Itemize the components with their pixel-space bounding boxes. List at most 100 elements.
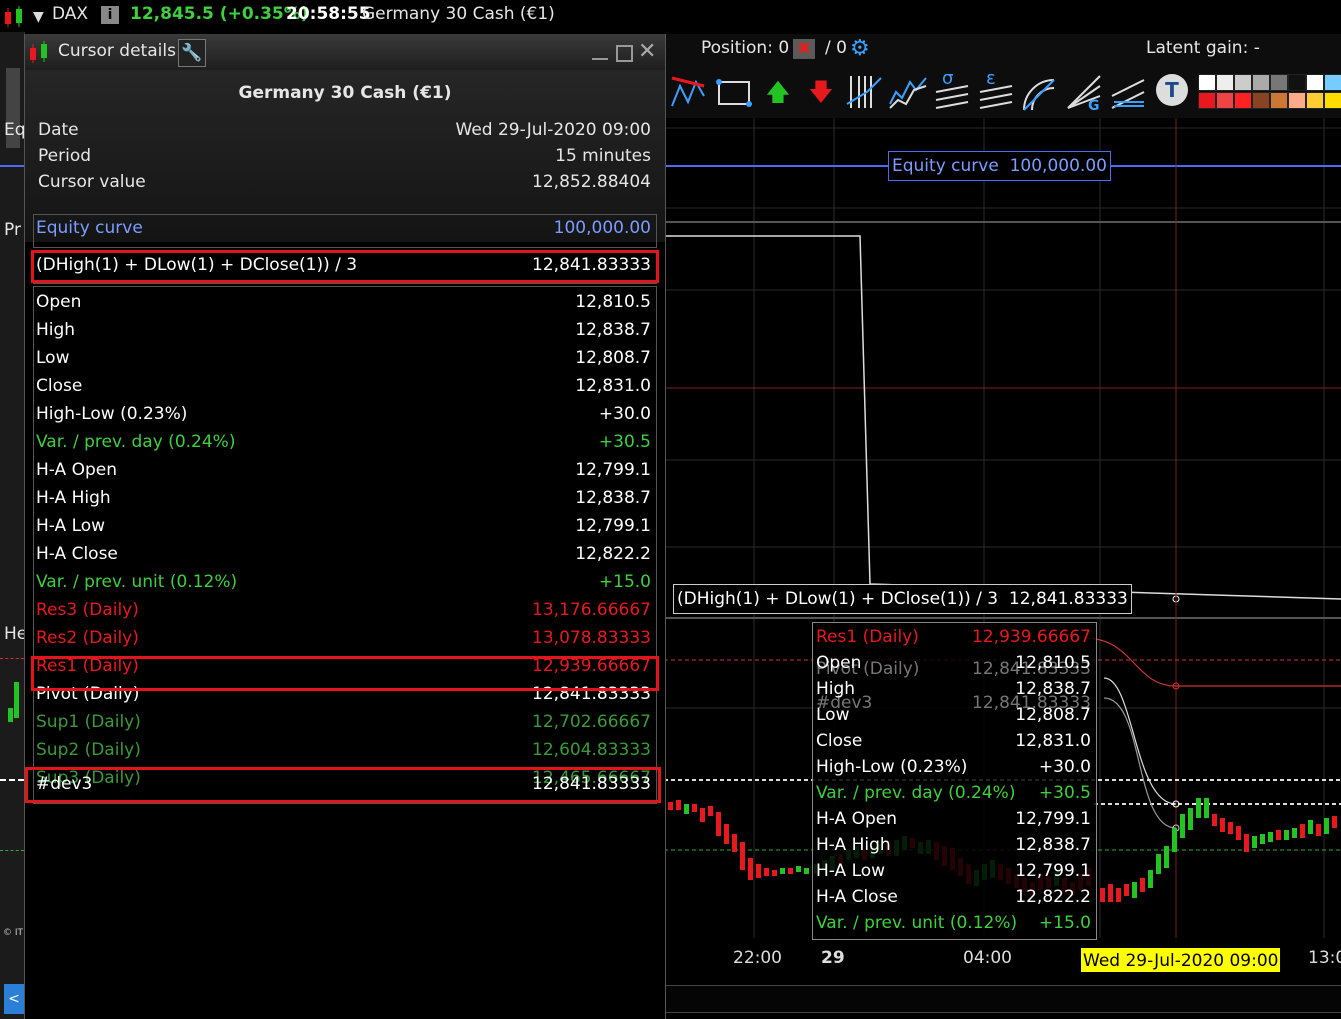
detail-row-label: Res2 (Daily): [36, 628, 139, 648]
tooltip-row: Res1 (Daily) 12,939.66667: [816, 627, 1091, 653]
tooltip-row: High-Low (0.23%) +30.0: [816, 757, 1091, 783]
detail-row: Close 12,831.0: [36, 376, 651, 402]
fibonacci-icon[interactable]: [845, 72, 885, 112]
sell-arrow-icon[interactable]: 🡇: [803, 72, 839, 112]
detail-row: High 12,838.7: [36, 320, 651, 346]
share-icon[interactable]: <: [4, 984, 24, 1014]
tooltip-row-value: 12,939.66667: [972, 627, 1091, 647]
tooltip-row-value: 12,799.1: [1015, 809, 1091, 829]
tooltip-row-label: High-Low (0.23%): [816, 757, 968, 777]
detail-row-value: 12,831.0: [575, 376, 651, 396]
svg-text:ε: ε: [986, 68, 996, 89]
cursor-details-panel: Cursor details 🔧 ✕ Germany 30 Cash (€1) …: [24, 34, 666, 1019]
detail-row: Open 12,810.5: [36, 292, 651, 318]
header-row: Period 15 minutes: [38, 146, 651, 172]
detail-row: Res2 (Daily) 13,078.83333: [36, 628, 651, 654]
detail-row-value: +30.5: [598, 432, 651, 452]
buy-arrow-icon[interactable]: 🡅: [760, 72, 796, 112]
chevron-down-icon[interactable]: ▼: [33, 9, 44, 25]
detail-row-label: High: [36, 320, 76, 340]
tooltip-row: H-A Open 12,799.1: [816, 809, 1091, 835]
tooltip-row-label: Var. / prev. unit (0.12%): [816, 913, 1018, 933]
fan-icon[interactable]: G: [1064, 72, 1104, 114]
equity-tag-value: 100,000.00: [1009, 156, 1107, 176]
tooltip-row-label: H-A Open: [816, 809, 897, 829]
detail-row-value: 12,808.7: [575, 348, 651, 368]
info-icon[interactable]: i: [101, 6, 119, 24]
tooltip-row: Var. / prev. day (0.24%) +30.5: [816, 783, 1091, 809]
tooltip-row-label: H-A Close: [816, 887, 898, 907]
trendline-icon[interactable]: [670, 72, 708, 112]
cursor-date-label: Wed 29-Jul-2020 09:00: [1081, 948, 1281, 972]
detail-row: Sup2 (Daily) 12,604.83333: [36, 740, 651, 766]
settings-gear-icon[interactable]: ⚙: [850, 36, 870, 61]
detail-row: Low 12,808.7: [36, 348, 651, 374]
epsilon-icon[interactable]: ε: [976, 68, 1016, 112]
tooltip-row-label: Res1 (Daily): [816, 627, 919, 647]
header-row: Date Wed 29-Jul-2020 09:00: [38, 120, 651, 146]
detail-row-value: 12,702.66667: [532, 712, 651, 732]
candlestick-icon: [27, 40, 53, 64]
detail-row: Sup1 (Daily) 12,702.66667: [36, 712, 651, 738]
wrench-icon[interactable]: 🔧: [178, 39, 206, 67]
tooltip-row: High 12,838.7: [816, 679, 1091, 705]
position-separator: / 0: [825, 38, 847, 58]
detail-row-label: H-A Low: [36, 516, 106, 536]
strip-green-dash: [0, 850, 24, 851]
pivot-formula-tag: (DHigh(1) + DLow(1) + DClose(1)) / 3 12,…: [673, 584, 1132, 614]
rectangle-icon[interactable]: [713, 72, 755, 112]
close-icon[interactable]: ✕: [638, 39, 656, 64]
arc-icon[interactable]: [1020, 72, 1060, 112]
tooltip-row-label: Open: [816, 653, 862, 673]
tooltip-row: H-A Low 12,799.1: [816, 861, 1091, 887]
panel-title-bar[interactable]: Cursor details 🔧 ✕: [25, 34, 665, 71]
strip-red-dash: [0, 658, 24, 659]
minimize-icon[interactable]: [592, 42, 608, 60]
pivot-tag-value: 12,841.83333: [1008, 589, 1128, 609]
tooltip-row-value: 12,822.2: [1015, 887, 1091, 907]
detail-row-value: 13,078.83333: [532, 628, 651, 648]
tooltip-row-value: 12,799.1: [1015, 861, 1091, 881]
sigma-icon[interactable]: σ: [932, 68, 972, 112]
tooltip-row-value: 12,838.7: [1015, 679, 1091, 699]
strip-blue-line: [0, 165, 24, 167]
detail-row-label: Var. / prev. unit (0.12%): [36, 572, 238, 592]
tooltip-row-value: +30.5: [1038, 783, 1091, 803]
header-row-label: Date: [38, 120, 79, 140]
header-row-label: Cursor value: [38, 172, 146, 192]
detail-row-value: 12,604.83333: [532, 740, 651, 760]
detail-row-value: 12,799.1: [575, 460, 651, 480]
x-label-29: 29: [821, 948, 845, 968]
symbol-label[interactable]: DAX: [52, 4, 88, 24]
candlestick-icon[interactable]: [2, 6, 28, 28]
detail-row: Var. / prev. day (0.24%) +30.5: [36, 432, 651, 458]
price-label: 12,845.5 (+0.35%): [130, 4, 309, 24]
instrument-label: Germany 30 Cash (€1): [362, 4, 555, 24]
detail-row: H-A Low 12,799.1: [36, 516, 651, 542]
strip-label-eq[interactable]: Eq: [4, 120, 26, 140]
channel-icon[interactable]: [1108, 72, 1150, 112]
strip-candle: [8, 708, 13, 722]
cancel-position-icon[interactable]: ✖: [793, 39, 815, 59]
detail-row-value: +30.0: [598, 404, 651, 424]
tooltip-row: H-A High 12,838.7: [816, 835, 1091, 861]
tooltip-row-label: H-A Low: [816, 861, 886, 881]
position-label: Position: 0: [701, 38, 790, 58]
panel-title: Cursor details: [58, 41, 176, 61]
maximize-icon[interactable]: [616, 45, 633, 62]
color-palette[interactable]: [1196, 72, 1341, 112]
detail-row-value: 12,838.7: [575, 320, 651, 340]
detail-row-label: Open: [36, 292, 82, 312]
wave-icon[interactable]: [888, 72, 930, 112]
strip-label-copyright: © IT: [3, 928, 24, 938]
left-window-strip: Eq Pr He © IT <: [0, 32, 27, 1019]
svg-text:G: G: [1088, 98, 1100, 112]
detail-row-label: Sup1 (Daily): [36, 712, 141, 732]
tooltip-row-value: 12,838.7: [1015, 835, 1091, 855]
detail-row-value: 13,176.66667: [532, 600, 651, 620]
tooltip-row: Close 12,831.0: [816, 731, 1091, 757]
text-icon[interactable]: T: [1156, 74, 1188, 106]
detail-row-value: 12,822.2: [575, 544, 651, 564]
strip-label-pr[interactable]: Pr: [4, 220, 21, 240]
chart-scrollbar[interactable]: [664, 985, 1341, 1013]
